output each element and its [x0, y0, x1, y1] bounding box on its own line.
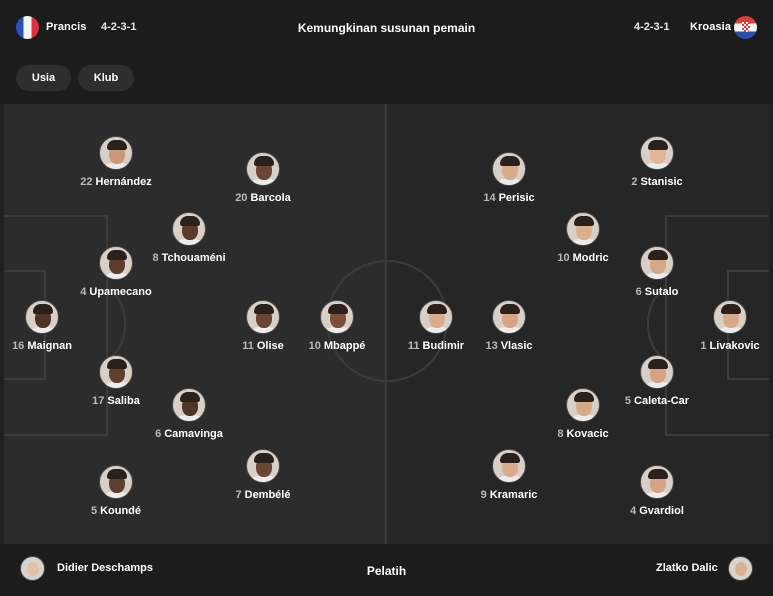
player-number: 17 — [92, 395, 105, 407]
coaches-bar: Didier Deschamps Pelatih Zlatko Dalic — [0, 544, 773, 596]
player-home-dembele[interactable]: 7 Dembélé — [203, 449, 323, 509]
player-away-gvardiol[interactable]: 4 Gvardiol — [597, 465, 717, 525]
player-photo — [99, 465, 133, 499]
player-home-barcola[interactable]: 20 Barcola — [203, 152, 323, 212]
player-away-stanisic[interactable]: 2 Stanisic — [597, 136, 717, 196]
player-name: Kramaric — [489, 489, 538, 501]
away-coach-name[interactable]: Zlatko Dalic — [656, 562, 718, 574]
player-photo — [713, 300, 747, 334]
player-name: Vlasic — [500, 340, 533, 352]
player-name: Mbappé — [323, 340, 366, 352]
player-photo — [640, 246, 674, 280]
player-number: 4 — [80, 286, 87, 298]
player-number: 6 — [155, 428, 162, 440]
player-away-vlasic[interactable]: 13 Vlasic — [449, 300, 569, 360]
player-number: 16 — [12, 340, 25, 352]
player-name: Upamecano — [89, 286, 152, 298]
player-away-kovacic[interactable]: 8 Kovacic — [523, 388, 643, 448]
player-number: 7 — [235, 489, 242, 501]
coach-avatar — [728, 556, 753, 581]
player-number: 14 — [483, 192, 496, 204]
player-photo — [99, 246, 133, 280]
tab-klub[interactable]: Klub — [78, 65, 134, 91]
player-photo — [246, 300, 280, 334]
player-photo — [492, 152, 526, 186]
player-name: Hernández — [95, 176, 152, 188]
player-name: Koundé — [100, 505, 142, 517]
player-number: 2 — [631, 176, 638, 188]
player-photo — [246, 152, 280, 186]
player-name: Perisic — [498, 192, 535, 204]
player-photo — [99, 355, 133, 389]
player-number: 20 — [235, 192, 248, 204]
player-number: 11 — [407, 340, 420, 352]
player-home-camavinga[interactable]: 6 Camavinga — [129, 388, 249, 448]
tab-usia[interactable]: Usia — [16, 65, 71, 91]
player-photo — [419, 300, 453, 334]
player-photo — [492, 449, 526, 483]
player-number: 11 — [242, 340, 254, 352]
player-number: 22 — [80, 176, 93, 188]
player-photo — [492, 300, 526, 334]
player-number: 13 — [485, 340, 498, 352]
player-number: 9 — [480, 489, 487, 501]
player-photo — [640, 355, 674, 389]
player-away-livakovic[interactable]: 1 Livakovic — [670, 300, 769, 360]
player-name: Barcola — [250, 192, 291, 204]
player-number: 4 — [630, 505, 637, 517]
player-number: 1 — [700, 340, 707, 352]
player-photo — [566, 212, 600, 246]
player-photo — [640, 136, 674, 170]
player-photo — [25, 300, 59, 334]
away-team-name[interactable]: Kroasia — [690, 21, 731, 33]
player-home-kounde[interactable]: 5 Koundé — [56, 465, 176, 525]
player-away-perisic[interactable]: 14 Perisic — [449, 152, 569, 212]
player-home-upamecano[interactable]: 4 Upamecano — [56, 246, 176, 306]
player-home-hernandez[interactable]: 22 Hernández — [56, 136, 176, 196]
player-number: 8 — [557, 428, 564, 440]
player-name: Maignan — [27, 340, 72, 352]
player-name: Livakovic — [709, 340, 760, 352]
player-name: Sutalo — [644, 286, 679, 298]
player-name: Gvardiol — [639, 505, 684, 517]
away-formation: 4-2-3-1 — [634, 21, 670, 33]
player-number: 5 — [90, 505, 98, 517]
pitch: 22 Hernández 20 Barcola 8 Tchouaméni 4 Upame… — [4, 104, 769, 544]
player-name: Dembélé — [244, 489, 291, 501]
player-photo — [99, 136, 133, 170]
filter-tabs: Usia Klub — [0, 54, 773, 104]
player-home-maignan[interactable]: 16 Maignan — [4, 300, 102, 360]
player-away-sutalo[interactable]: 6 Sutalo — [597, 246, 717, 306]
player-number: 10 — [308, 340, 321, 352]
player-photo — [172, 212, 206, 246]
player-name: Stanisic — [640, 176, 683, 188]
player-name: Camavinga — [164, 428, 223, 440]
player-photo — [566, 388, 600, 422]
player-photo — [172, 388, 206, 422]
player-away-kramaric[interactable]: 9 Kramaric — [449, 449, 569, 509]
player-number: 6 — [635, 286, 642, 298]
player-name: Kovacic — [566, 428, 609, 440]
player-photo — [320, 300, 354, 334]
croatia-flag-icon — [734, 16, 757, 39]
player-number: 10 — [557, 252, 570, 264]
player-photo — [640, 465, 674, 499]
match-header: Prancis 4-2-3-1 Kemungkinan susunan pema… — [0, 0, 773, 54]
player-photo — [246, 449, 280, 483]
